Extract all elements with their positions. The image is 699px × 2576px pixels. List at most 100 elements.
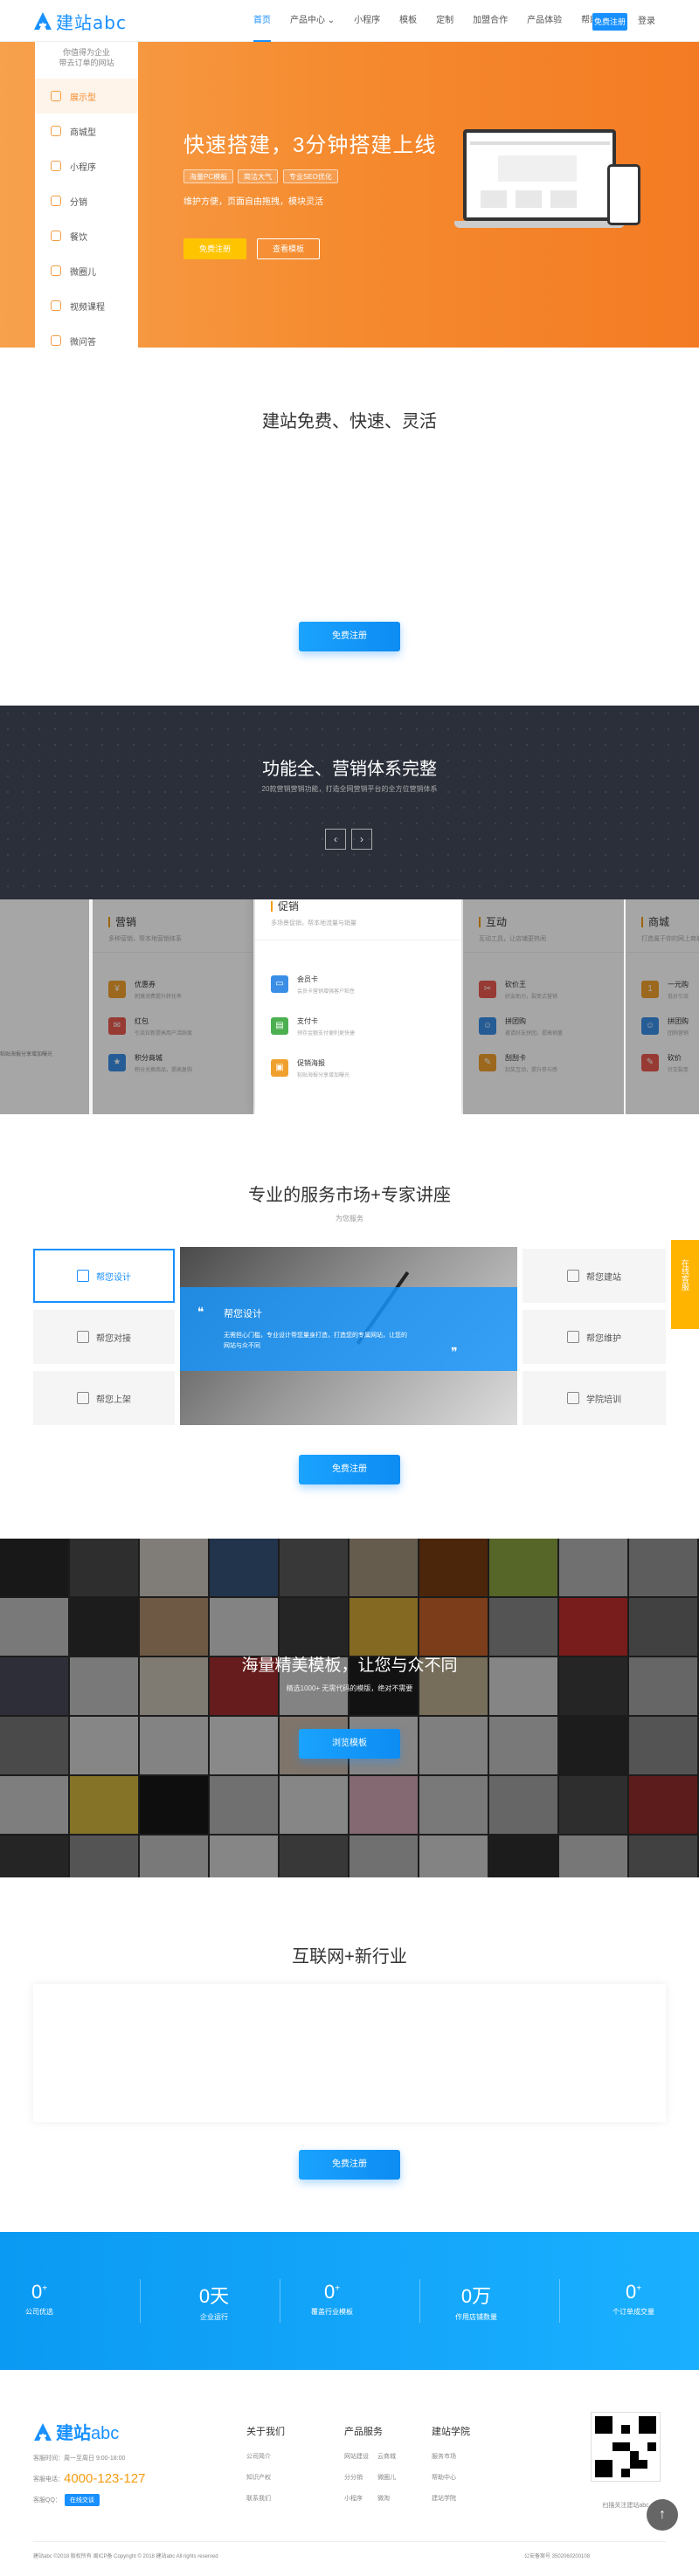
row-desc: 会员卡营销增强客户粘性 <box>297 988 356 995</box>
service-subtitle: 为您服务 <box>336 1215 363 1223</box>
intro-register-button[interactable]: 免费注册 <box>299 622 400 651</box>
feature-title: 帮您设计 <box>224 1309 262 1319</box>
service-maintain[interactable]: 帮您维护 <box>523 1310 666 1364</box>
nav-experience[interactable]: 产品体验 <box>527 0 562 42</box>
stat-label: 作用店铺数量 <box>455 2313 497 2321</box>
templates-title: 海量精美模板，让您与众不同 <box>241 1656 458 1675</box>
phone-number: 4000-123-127 <box>64 2471 146 2486</box>
qq-chat-button[interactable]: 在线交谈 <box>64 2494 100 2506</box>
hero-tag: 海量PC模板 <box>183 169 234 183</box>
upload-icon <box>77 1392 89 1404</box>
feature-card-mall[interactable]: 商城 打造属于你的网上商城 1 一元购 低价引流 ☺ 拼团购 团购营销 ✎ 砍价 社交裂变 <box>626 899 699 1114</box>
float-label: 在线客服 <box>681 1259 689 1291</box>
footer-link[interactable]: 网站建设 <box>344 2452 369 2461</box>
nav-custom[interactable]: 定制 <box>436 0 453 42</box>
footer-link[interactable]: 微圈儿 <box>377 2473 396 2482</box>
service-training[interactable]: 学院培训 <box>523 1371 666 1425</box>
stat-stores: 0万作用店铺数量 <box>411 2281 542 2322</box>
service-phone: 客服电话： 4000-123-127 <box>33 2471 145 2486</box>
service-register-button[interactable]: 免费注册 <box>299 1455 400 1484</box>
menu-item-video[interactable]: 视频课程 <box>35 288 138 323</box>
site-header: 建站abc 首页 产品中心 ⌄ 小程序 模板 定制 加盟合作 产品体验 帮助中心… <box>0 0 699 42</box>
service-connect[interactable]: 帮您对接 <box>33 1310 175 1364</box>
stat-value: 0万 <box>460 2285 492 2307</box>
logo-suffix: abc <box>91 2424 120 2443</box>
hero-tag: 专业SEO优化 <box>283 169 338 183</box>
feature-card-interaction[interactable]: 互动 互动工具，让店铺更热闹 ✂ 砍价王 好友助力，裂变式营销 ☺ 拼团购 邀请好友拼团… <box>463 899 624 1114</box>
intro-title: 建站免费、快速、灵活 <box>262 412 437 431</box>
nav-templates[interactable]: 模板 <box>399 0 417 42</box>
menu-item-display[interactable]: 展示型 <box>35 79 138 114</box>
menu-item-label: 微圈儿 <box>70 267 96 278</box>
service-build[interactable]: 帮您建站 <box>523 1249 666 1303</box>
laptop-illustration <box>454 129 640 278</box>
poster-icon: ▣ <box>271 1059 288 1077</box>
copyright: 建站abc ©2018 版权所有 闽ICP备 Copyright © 2018 … <box>33 2554 218 2559</box>
footer-link[interactable]: 帮助中心 <box>432 2473 456 2482</box>
register-button[interactable]: 免费注册 <box>592 13 627 31</box>
logo-icon <box>34 2422 52 2441</box>
industry-register-button[interactable]: 免费注册 <box>299 2150 400 2180</box>
carousel-next-button[interactable]: › <box>351 829 372 850</box>
industry-title: 互联网+新行业 <box>292 1947 407 1966</box>
stat-companies: 0+ 公司优选 <box>0 2281 79 2317</box>
footer-link[interactable]: 公司简介 <box>246 2452 271 2461</box>
logo-suffix: abc <box>93 11 127 33</box>
cart-icon <box>51 126 61 136</box>
feature-card-promotion[interactable]: 促销 多场景促销，帮本地流量与销量 ▭ 会员卡 会员卡营销增强客户粘性 ▤ 支付卡 预存… <box>255 899 461 1114</box>
footer-link[interactable]: 知识产权 <box>246 2473 271 2482</box>
carousel-prev-button[interactable]: ‹ <box>325 829 346 850</box>
footer-link[interactable]: 建站学院 <box>432 2494 456 2503</box>
hero-title: 快速搭建，3分钟搭建上线 <box>183 134 437 157</box>
browse-templates-button[interactable]: 浏览模板 <box>299 1729 400 1759</box>
menu-item-catering[interactable]: 餐饮 <box>35 218 138 253</box>
footer-link[interactable]: 联系我们 <box>246 2494 271 2503</box>
login-link[interactable]: 登录 <box>638 13 655 31</box>
footer-link[interactable]: 微淘 <box>377 2494 390 2503</box>
back-to-top-button[interactable]: ↑ <box>647 2499 678 2531</box>
footer-link[interactable]: 云商城 <box>377 2452 396 2461</box>
menu-item-miniprogram[interactable]: 小程序 <box>35 148 138 183</box>
service-label: 帮您建站 <box>586 1272 621 1283</box>
footer-link[interactable]: 分分销 <box>344 2473 363 2482</box>
nav-partner[interactable]: 加盟合作 <box>473 0 508 42</box>
cup-icon <box>51 231 61 241</box>
nav-home[interactable]: 首页 <box>253 0 271 42</box>
nav-miniprogram[interactable]: 小程序 <box>354 0 380 42</box>
row-desc: 粘贴海报分享增加曝光 <box>297 1072 350 1078</box>
logo-text: 建站 <box>56 11 93 33</box>
logo[interactable]: 建站abc <box>33 9 127 33</box>
quote-close-icon: ❞ <box>451 1345 458 1359</box>
footer-link[interactable]: 服务市场 <box>432 2452 456 2461</box>
feature-text: 无需担心门槛，专业设计帮您量身打造，打造您的专属网站，让您的网站与众不同 <box>224 1333 407 1349</box>
templates-section <box>0 1539 699 1877</box>
menu-item-circle[interactable]: 微圈儿 <box>35 253 138 288</box>
beian: 公安备案号 3502060200108 <box>524 2554 591 2559</box>
service-publish[interactable]: 帮您上架 <box>33 1371 175 1425</box>
footer-logo[interactable]: 建站abc <box>33 2419 119 2444</box>
menu-item-distribution[interactable]: 分销 <box>35 183 138 218</box>
menu-item-qa[interactable]: 微问答 <box>35 323 138 358</box>
stat-suffix: + <box>636 2283 642 2294</box>
graduation-icon <box>567 1392 579 1404</box>
stat-label: 公司优选 <box>25 2308 53 2316</box>
feature-card-marketing[interactable]: 营销 多种营销，帮本地营销体系 ¥ 优惠券 刺激消费提升转化率 ✉ 红包 引流拉新提高用… <box>93 899 253 1114</box>
logo-icon <box>33 11 52 31</box>
row-desc: 预存金额支付便利更快捷 <box>297 1030 356 1037</box>
stat-suffix: + <box>42 2283 48 2294</box>
footer-link[interactable]: 小程序 <box>344 2494 363 2503</box>
service-design[interactable]: 帮您设计 <box>33 1249 175 1303</box>
logo-text: 建站 <box>56 2424 91 2443</box>
hero-templates-button[interactable]: 查看模板 <box>257 238 320 259</box>
stat-label: 个订单成交量 <box>612 2308 654 2316</box>
hero-register-button[interactable]: 免费注册 <box>183 238 246 259</box>
footer-col-products: 产品服务 <box>344 2427 383 2437</box>
phone-label: 客服电话： <box>33 2476 64 2483</box>
menu-item-label: 分销 <box>70 197 87 208</box>
menu-item-mall[interactable]: 商城型 <box>35 114 138 148</box>
menu-item-label: 小程序 <box>70 162 96 173</box>
nav-products[interactable]: 产品中心 ⌄ <box>290 0 335 42</box>
stat-templates: 0+ 覆盖行业模板 <box>266 2281 398 2317</box>
online-service-float[interactable]: 在线客服 <box>671 1240 699 1329</box>
display-icon <box>51 91 61 101</box>
